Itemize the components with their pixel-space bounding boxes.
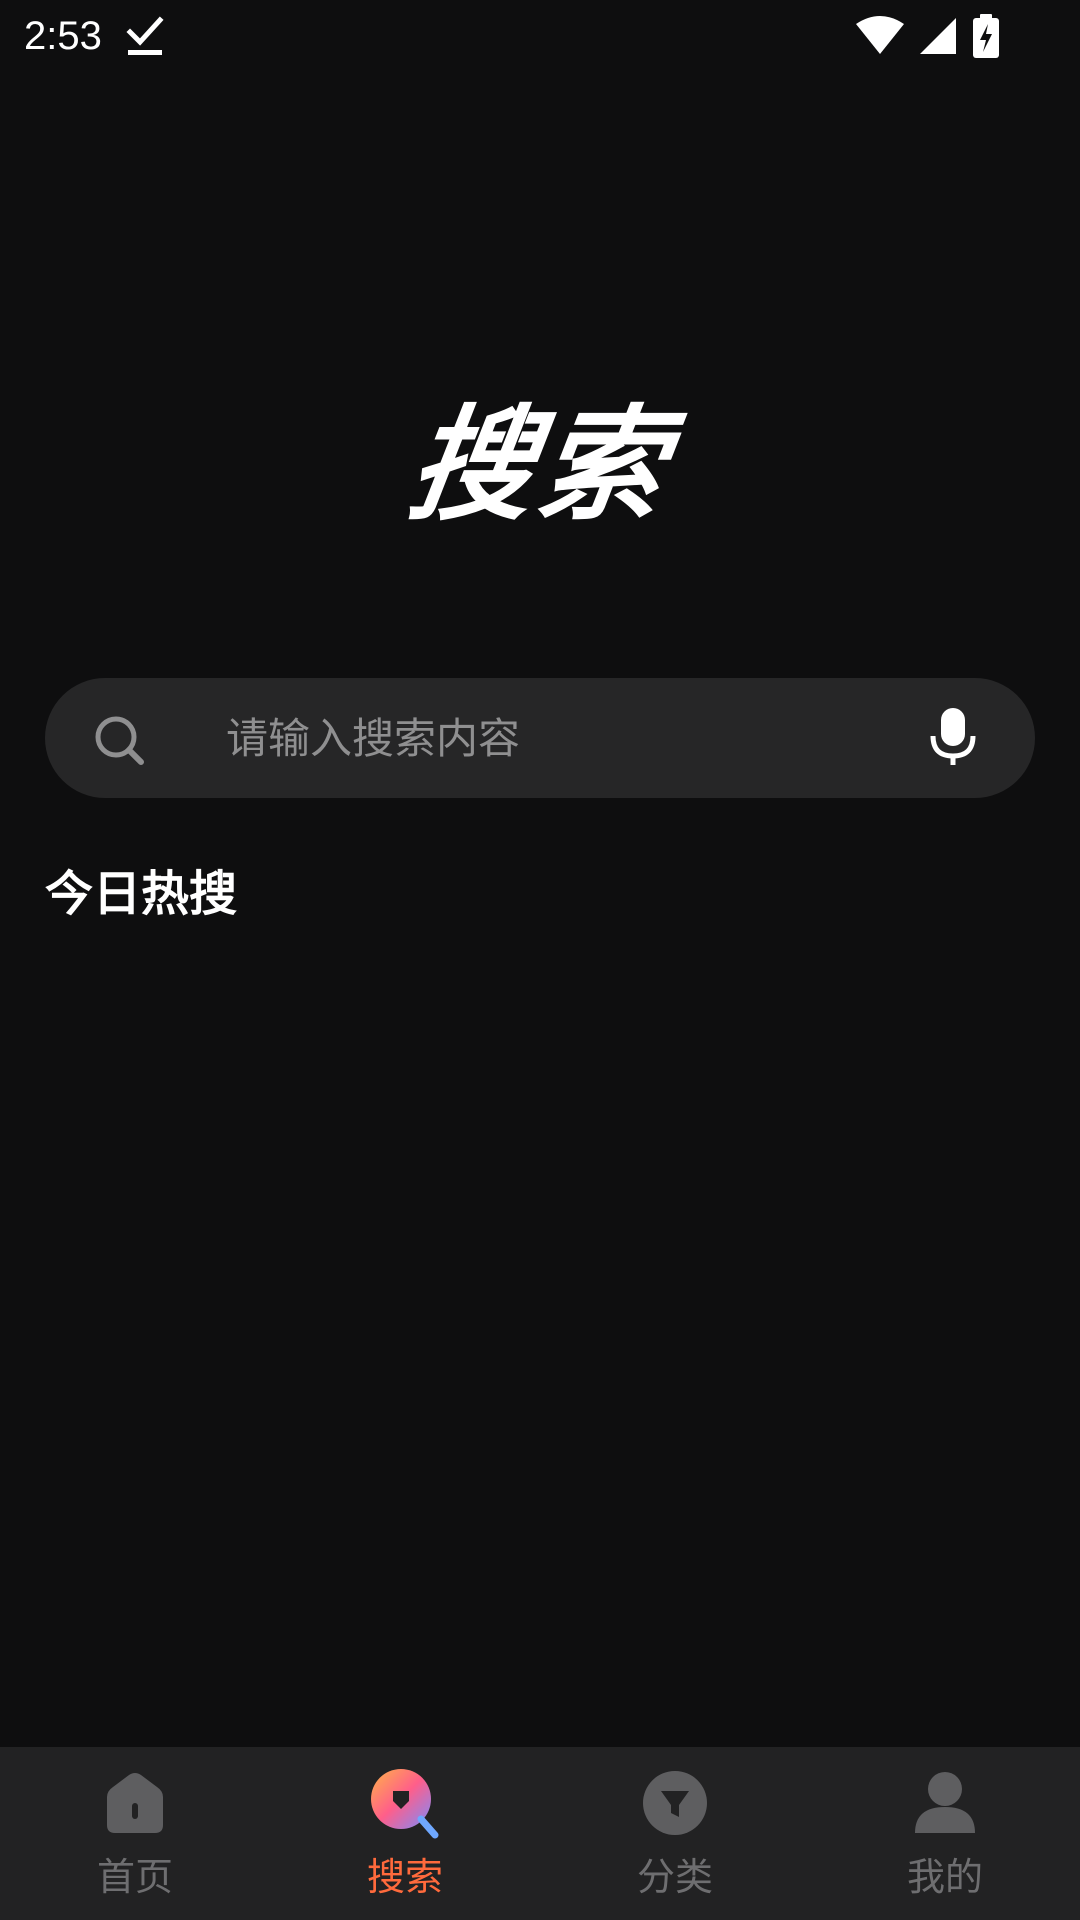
battery-charging-icon	[972, 14, 1000, 58]
wifi-icon	[856, 16, 904, 56]
status-time: 2:53	[24, 14, 102, 58]
search-screen: 2:53 搜索 请输入搜索内容 今日热搜 首页 搜索 分类 我的	[0, 0, 1080, 1920]
home-icon	[99, 1767, 171, 1839]
status-icons	[856, 12, 1000, 60]
nav-item-category[interactable]: 分类	[540, 1747, 810, 1920]
nav-item-profile[interactable]: 我的	[810, 1747, 1080, 1920]
profile-icon	[909, 1767, 981, 1839]
search-icon	[93, 714, 147, 768]
search-input[interactable]	[181, 678, 901, 798]
download-done-icon	[126, 14, 166, 58]
nav-label-search: 搜索	[366, 1855, 443, 1899]
nav-label-profile: 我的	[906, 1855, 983, 1899]
nav-label-category: 分类	[636, 1855, 713, 1899]
search-bar[interactable]	[45, 678, 1035, 798]
cellular-signal-icon	[918, 16, 958, 56]
page-title: 搜索	[399, 394, 681, 538]
category-icon	[639, 1767, 711, 1839]
nav-label-home: 首页	[96, 1855, 173, 1899]
nav-item-home[interactable]: 首页	[0, 1747, 270, 1920]
status-bar: 2:53	[0, 0, 1080, 72]
microphone-icon[interactable]	[925, 708, 981, 768]
hot-search-title: 今日热搜	[45, 866, 238, 922]
search-nav-icon	[369, 1767, 441, 1839]
bottom-nav: 首页 搜索 分类 我的	[0, 1747, 1080, 1920]
nav-item-search[interactable]: 搜索	[270, 1747, 540, 1920]
